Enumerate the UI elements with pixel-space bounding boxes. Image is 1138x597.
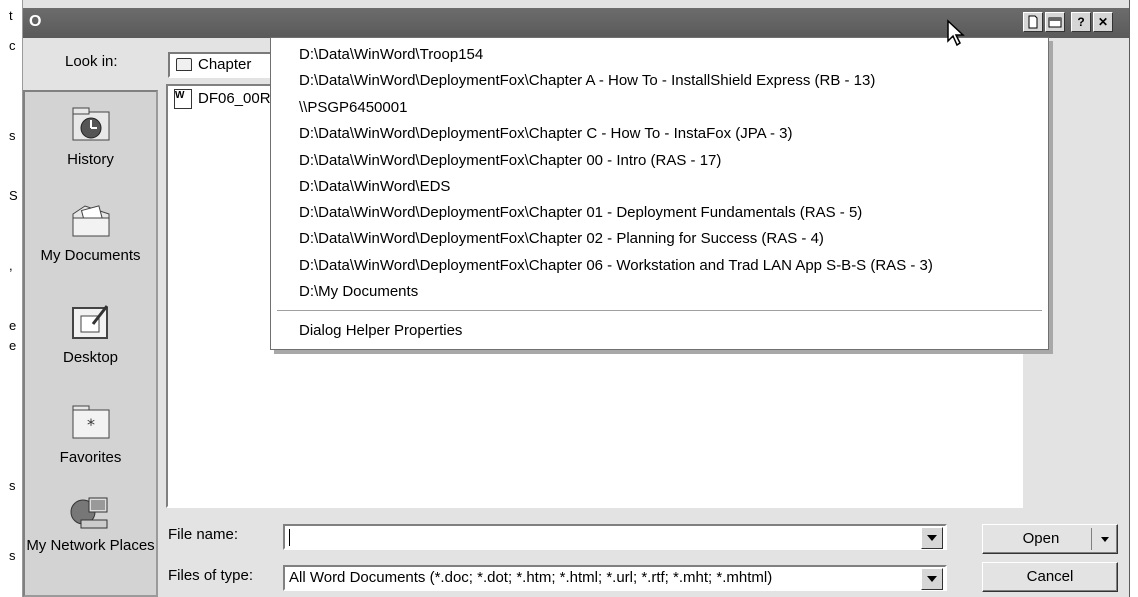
file-name: DF06_00R — [198, 90, 271, 107]
history-icon — [69, 104, 113, 144]
chevron-down-icon[interactable] — [921, 568, 943, 590]
menu-item[interactable]: D:\Data\WinWord\DeploymentFox\Chapter 01… — [299, 204, 862, 221]
file-type-value: All Word Documents (*.doc; *.dot; *.htm;… — [289, 569, 773, 586]
stray-char: S — [9, 188, 18, 203]
menu-item-dialog-helper-properties[interactable]: Dialog Helper Properties — [299, 322, 462, 339]
menu-item[interactable]: D:\Data\WinWord\DeploymentFox\Chapter A … — [299, 72, 875, 89]
word-document-icon: W — [174, 89, 192, 109]
desktop-icon — [69, 302, 113, 342]
place-label: Desktop — [62, 349, 119, 366]
menu-item[interactable]: D:\Data\WinWord\DeploymentFox\Chapter 02… — [299, 230, 824, 247]
new-page-icon[interactable] — [1023, 12, 1043, 32]
place-desktop[interactable]: Desktop — [25, 302, 156, 367]
place-label: My Documents — [40, 247, 141, 264]
svg-text:*: * — [87, 415, 95, 434]
place-label: History — [67, 151, 114, 168]
left-margin-text: t c s S , e e s s — [0, 0, 22, 597]
stray-char: s — [9, 478, 16, 493]
help-icon[interactable]: ? — [1071, 12, 1091, 32]
stray-char: , — [9, 258, 13, 273]
menu-item[interactable]: D:\Data\WinWord\DeploymentFox\Chapter C … — [299, 125, 793, 142]
place-my-documents[interactable]: My Documents — [25, 200, 156, 265]
stray-char: c — [9, 38, 16, 53]
file-name-label: File name: — [168, 526, 239, 543]
cancel-button[interactable]: Cancel — [982, 562, 1118, 592]
stray-char: s — [9, 548, 16, 563]
place-my-network-places[interactable]: My Network Places — [25, 494, 156, 555]
close-icon[interactable]: ✕ — [1093, 12, 1113, 32]
stray-char: s — [9, 128, 16, 143]
menu-item[interactable]: \\PSGP6450001 — [299, 99, 407, 116]
stray-char: e — [9, 338, 17, 353]
look-in-label: Look in: — [65, 53, 118, 70]
menu-item[interactable]: D:\Data\WinWord\EDS — [299, 178, 450, 195]
stray-char: t — [9, 8, 13, 23]
menu-item[interactable]: D:\Data\WinWord\DeploymentFox\Chapter 06… — [299, 257, 933, 274]
menu-item[interactable]: D:\My Documents — [299, 283, 418, 300]
mouse-pointer-icon — [946, 19, 968, 49]
place-history[interactable]: History — [25, 104, 156, 169]
open-button-label: Open — [1022, 530, 1060, 547]
file-name-input[interactable] — [283, 524, 947, 550]
places-bar: History My Documents Desktop * Favorites… — [23, 90, 158, 597]
open-button[interactable]: Open — [982, 524, 1118, 554]
place-label: My Network Places — [26, 537, 155, 554]
window-title: O — [29, 13, 42, 30]
menu-item[interactable]: D:\Data\WinWord\DeploymentFox\Chapter 00… — [299, 152, 721, 169]
text-cursor — [289, 529, 290, 546]
look-in-value: Chapter — [198, 56, 252, 73]
chevron-down-icon[interactable] — [1101, 537, 1109, 542]
folder-icon — [176, 58, 192, 71]
stray-char: e — [9, 318, 17, 333]
file-type-label: Files of type: — [168, 567, 254, 584]
favorites-icon: * — [69, 402, 113, 442]
place-label: Favorites — [59, 449, 122, 466]
menu-item[interactable]: D:\Data\WinWord\Troop154 — [299, 46, 483, 63]
place-favorites[interactable]: * Favorites — [25, 402, 156, 467]
folder-icon[interactable] — [1045, 12, 1065, 32]
chevron-down-icon[interactable] — [921, 527, 943, 549]
menu-separator — [277, 310, 1042, 311]
my-documents-icon — [69, 200, 113, 240]
split-divider — [1091, 528, 1092, 550]
file-type-select[interactable]: All Word Documents (*.doc; *.dot; *.htm;… — [283, 565, 947, 591]
recent-locations-menu: D:\Data\WinWord\Troop154 D:\Data\WinWord… — [270, 37, 1049, 350]
network-icon — [69, 494, 113, 534]
